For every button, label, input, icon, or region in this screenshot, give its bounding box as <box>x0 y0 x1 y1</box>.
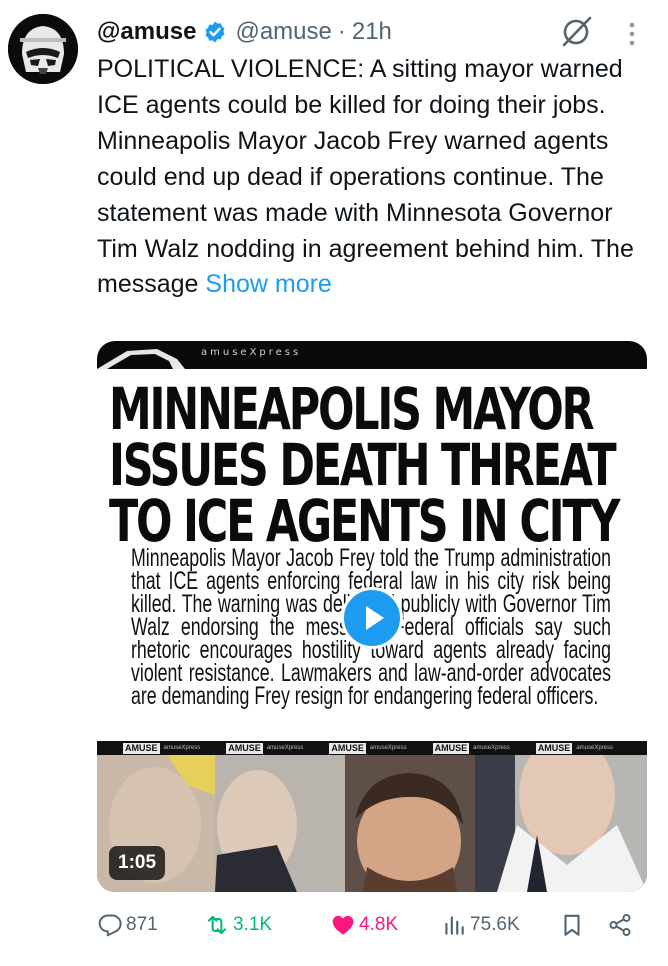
avatar[interactable] <box>8 14 78 84</box>
strip-logo: AMUSE <box>226 742 263 754</box>
handle[interactable]: @amuse <box>235 14 331 50</box>
share-button[interactable] <box>607 906 636 944</box>
bookmark-button[interactable] <box>559 906 588 944</box>
video-duration: 1:05 <box>109 846 166 880</box>
views-button[interactable]: 75.6K <box>441 906 520 944</box>
view-count: 75.6K <box>470 914 520 935</box>
reply-button[interactable]: 871 <box>97 906 158 944</box>
like-icon <box>332 915 354 935</box>
repost-count: 3.1K <box>233 914 273 935</box>
separator-dot: · <box>337 18 346 45</box>
views-icon <box>445 916 464 935</box>
brand-graphic-icon <box>97 349 185 369</box>
share-icon <box>609 913 631 937</box>
strip-sub: amuseXpress <box>576 745 614 751</box>
reply-count: 871 <box>126 914 158 935</box>
video-frame[interactable] <box>97 755 647 892</box>
article-headline: MINNEAPOLIS MAYOR ISSUES DEATH THREAT TO… <box>109 375 621 555</box>
reply-icon <box>98 914 122 937</box>
strip-sub: amuseXpress <box>266 745 304 751</box>
more-icon[interactable] <box>618 16 646 50</box>
timestamp[interactable]: 21h <box>352 14 392 50</box>
tweet-text: POLITICAL VIOLENCE: A sitting mayor warn… <box>97 52 642 303</box>
stormtrooper-avatar-icon <box>8 14 78 84</box>
repost-icon <box>207 915 227 935</box>
tweet-body: POLITICAL VIOLENCE: A sitting mayor warn… <box>97 55 634 299</box>
show-more-link[interactable]: Show more <box>205 270 331 298</box>
video-media[interactable]: amuseXpress MINNEAPOLIS MAYOR ISSUES DEA… <box>97 341 647 892</box>
video-still <box>97 755 647 892</box>
repost-button[interactable]: 3.1K <box>204 906 272 944</box>
play-button[interactable] <box>341 587 403 649</box>
strip-logo: AMUSE <box>535 742 573 754</box>
strip-sub: amuseXpress <box>473 745 510 751</box>
strip-logo: AMUSE <box>329 742 366 754</box>
like-count: 4.8K <box>359 914 399 935</box>
media-top-bar: amuseXpress <box>97 341 647 369</box>
display-name[interactable]: @amuse <box>97 14 196 50</box>
play-icon <box>366 606 384 630</box>
grok-icon[interactable] <box>560 14 594 48</box>
bookmark-icon <box>564 914 580 936</box>
watermark-strip: AMUSE amuseXpress AMUSE amuseXpress AMUSE a… <box>97 741 647 755</box>
tweet-header: @amuse @amuse · 21h <box>97 14 567 50</box>
strip-logo: AMUSE <box>123 742 160 754</box>
verified-badge-icon <box>205 21 226 43</box>
strip-logo: AMUSE <box>432 742 470 754</box>
action-bar: 871 3.1K 4.8K 75.6K <box>97 906 642 944</box>
strip-sub: amuseXpress <box>369 745 407 751</box>
brand-mark: amuseXpress <box>201 347 302 358</box>
tweet[interactable]: @amuse @amuse · 21h POLITICAL VIOLENCE: … <box>0 0 668 966</box>
strip-sub: amuseXpress <box>163 745 201 751</box>
like-button[interactable]: 4.8K <box>330 906 398 944</box>
